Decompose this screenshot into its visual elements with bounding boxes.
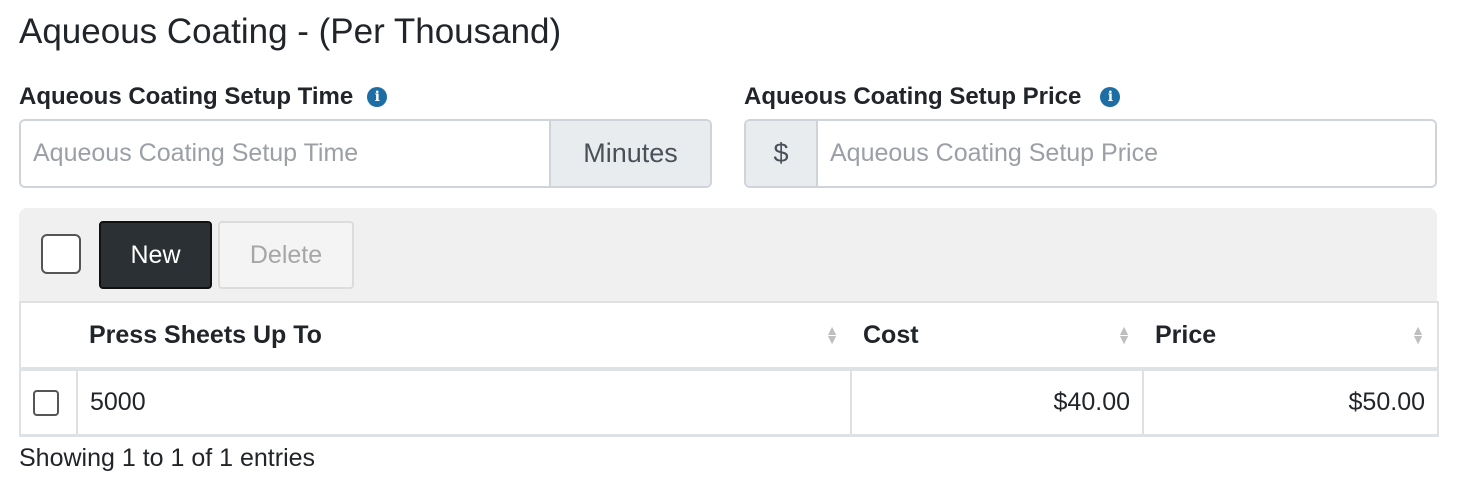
info-icon[interactable]: i	[1100, 87, 1121, 107]
sheets-cell[interactable]: 5000	[76, 368, 852, 436]
column-header-price[interactable]: Price ▲ ▼	[1143, 301, 1439, 371]
price-cell[interactable]: $50.00	[1142, 368, 1439, 436]
delete-button[interactable]: Delete	[218, 221, 354, 289]
info-icon[interactable]: i	[367, 87, 388, 107]
minutes-addon: Minutes	[548, 121, 710, 186]
sort-icon: ▲ ▼	[1411, 322, 1425, 347]
page-title: Aqueous Coating - (Per Thousand)	[19, 12, 562, 51]
column-header-cost[interactable]: Cost ▲ ▼	[851, 301, 1143, 371]
setup-price-label: Aqueous Coating Setup Price i	[744, 83, 1121, 111]
sort-icon: ▲ ▼	[825, 322, 839, 347]
table-toolbar: New Delete	[19, 208, 1437, 303]
sort-icon: ▲ ▼	[1117, 322, 1131, 347]
column-header-sheets[interactable]: Press Sheets Up To ▲ ▼	[77, 301, 851, 371]
select-all-checkbox[interactable]	[41, 234, 81, 274]
setup-price-label-text: Aqueous Coating Setup Price	[744, 83, 1082, 110]
setup-price-input-group: $	[744, 119, 1437, 188]
row-checkbox-cell	[19, 368, 78, 436]
setup-time-input-group: Minutes	[19, 119, 712, 188]
cost-cell[interactable]: $40.00	[850, 368, 1144, 436]
checkbox-column-header	[19, 301, 77, 371]
new-button[interactable]: New	[99, 221, 212, 289]
currency-addon: $	[746, 121, 818, 186]
setup-time-input[interactable]	[21, 121, 549, 186]
table-row[interactable]: 5000 $40.00 $50.00	[19, 368, 1439, 436]
setup-time-label: Aqueous Coating Setup Time i	[19, 83, 388, 111]
setup-price-input[interactable]	[818, 121, 1435, 186]
table-header-row: Press Sheets Up To ▲ ▼ Cost ▲ ▼ Price ▲ ▼	[19, 301, 1439, 371]
setup-time-label-text: Aqueous Coating Setup Time	[19, 83, 354, 110]
table-info: Showing 1 to 1 of 1 entries	[19, 444, 316, 472]
data-table: Press Sheets Up To ▲ ▼ Cost ▲ ▼ Price ▲ ▼ 5…	[19, 301, 1439, 437]
row-checkbox[interactable]	[33, 390, 59, 417]
